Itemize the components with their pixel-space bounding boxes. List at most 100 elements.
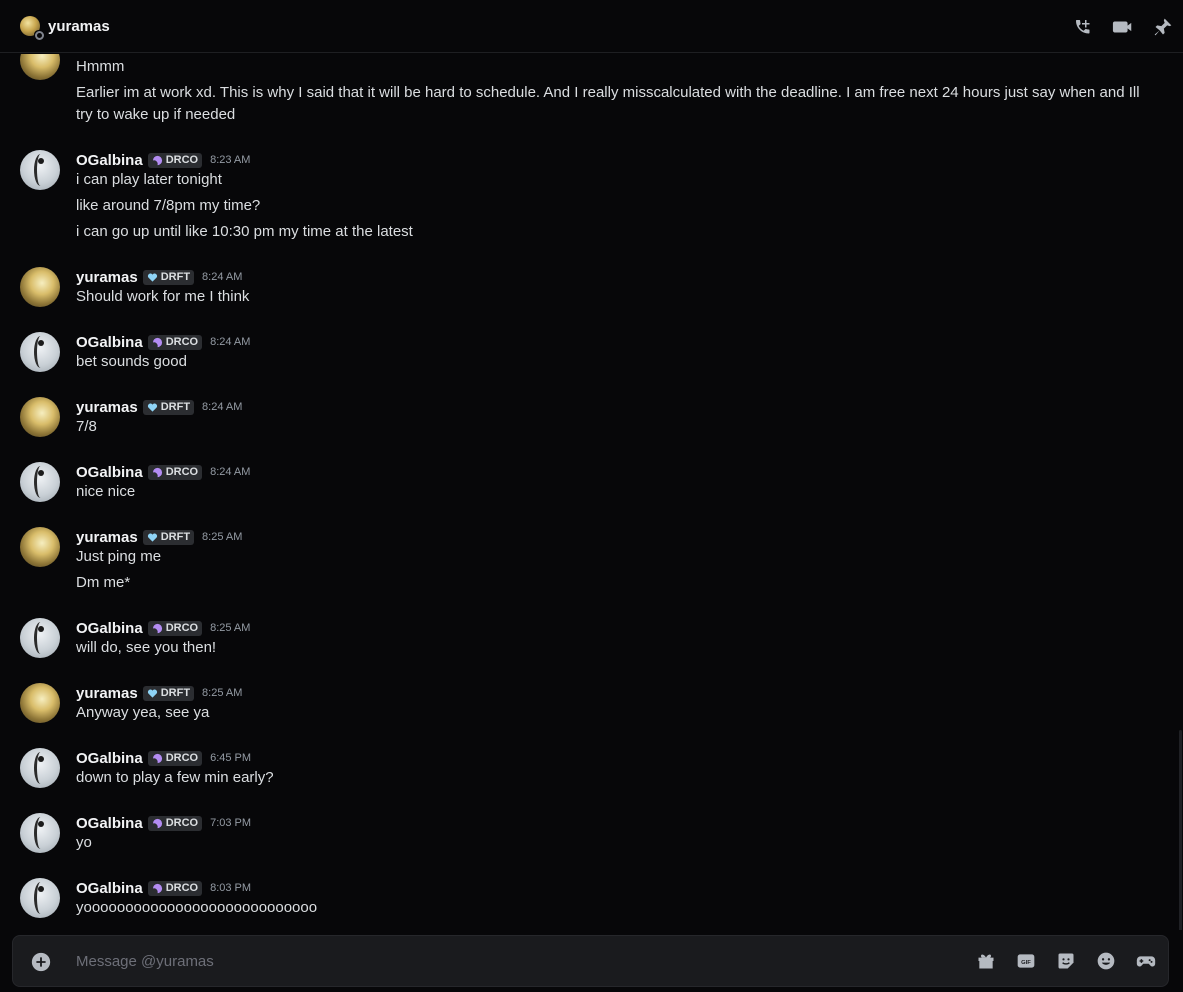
moon-icon — [152, 623, 162, 633]
message-text: 7/8 — [76, 418, 97, 435]
timestamp[interactable]: 8:24 AM — [210, 336, 250, 348]
moon-icon — [152, 753, 162, 763]
timestamp[interactable]: 8:23 AM — [210, 154, 250, 166]
moon-icon — [152, 883, 162, 893]
message-header: OGalbina DRCO 8:25 AM — [76, 618, 250, 638]
username[interactable]: OGalbina — [76, 880, 143, 897]
avatar[interactable] — [20, 527, 60, 567]
voice-call-button[interactable] — [1063, 7, 1103, 47]
message-list[interactable]: Hmmm Earlier im at work xd. This is why … — [0, 54, 1183, 930]
heart-icon — [147, 273, 157, 282]
server-tag[interactable]: DRFT — [142, 399, 195, 415]
emoji-button[interactable] — [1086, 941, 1126, 981]
server-tag-label: DRFT — [160, 401, 191, 413]
server-tag[interactable]: DRCO — [147, 815, 203, 831]
username[interactable]: OGalbina — [76, 815, 143, 832]
server-tag[interactable]: DRCO — [147, 464, 203, 480]
timestamp[interactable]: 7:03 PM — [210, 817, 251, 829]
username[interactable]: yuramas — [76, 269, 138, 286]
timestamp[interactable]: 8:24 AM — [202, 401, 242, 413]
username[interactable]: yuramas — [76, 529, 138, 546]
sticker-button[interactable] — [1046, 941, 1086, 981]
voice-call-icon — [1076, 19, 1090, 33]
message-list-scrollbar[interactable] — [1179, 730, 1182, 930]
video-call-button[interactable] — [1103, 7, 1143, 47]
upload-button[interactable] — [29, 950, 53, 974]
pinned-messages-button[interactable] — [1143, 7, 1183, 47]
avatar[interactable] — [20, 683, 60, 723]
gif-button[interactable]: GIF — [1006, 941, 1046, 981]
avatar[interactable] — [20, 332, 60, 372]
message-header: OGalbina DRCO 8:24 AM — [76, 462, 250, 482]
server-tag[interactable]: DRCO — [147, 750, 203, 766]
server-tag[interactable]: DRCO — [147, 152, 203, 168]
heart-icon — [147, 689, 157, 698]
message-text: like around 7/8pm my time? — [76, 197, 261, 214]
message-text: down to play a few min early? — [76, 769, 274, 786]
server-tag[interactable]: DRFT — [142, 269, 195, 285]
moon-icon — [152, 467, 162, 477]
apps-button[interactable] — [1126, 941, 1166, 981]
timestamp[interactable]: 8:24 AM — [210, 466, 250, 478]
timestamp[interactable]: 8:24 AM — [202, 271, 242, 283]
username[interactable]: yuramas — [76, 399, 138, 416]
timestamp[interactable]: 8:25 AM — [202, 531, 242, 543]
server-tag[interactable]: DRCO — [147, 334, 203, 350]
avatar[interactable] — [20, 748, 60, 788]
avatar[interactable] — [20, 150, 60, 190]
username[interactable]: OGalbina — [76, 750, 143, 767]
server-tag-label: DRFT — [160, 271, 191, 283]
timestamp[interactable]: 8:25 AM — [210, 622, 250, 634]
server-tag[interactable]: DRCO — [147, 880, 203, 896]
header-avatar[interactable] — [20, 16, 44, 40]
avatar[interactable] — [20, 54, 60, 80]
username[interactable]: OGalbina — [76, 620, 143, 637]
plus-circle-icon — [31, 952, 51, 972]
message-header: yuramas DRFT 8:25 AM — [76, 527, 242, 547]
gift-button[interactable] — [966, 941, 1006, 981]
gift-icon — [978, 954, 994, 969]
emoji-icon — [1097, 952, 1115, 970]
message-header: OGalbina DRCO 7:03 PM — [76, 813, 251, 833]
message-text: Earlier im at work xd. This is why I sai… — [76, 84, 1140, 123]
server-tag[interactable]: DRCO — [147, 620, 203, 636]
timestamp[interactable]: 8:03 PM — [210, 882, 251, 894]
composer-tools: GIF — [966, 936, 1168, 986]
header-actions — [1063, 0, 1183, 53]
avatar[interactable] — [20, 462, 60, 502]
gif-icon: GIF — [1017, 954, 1035, 968]
server-tag-label: DRFT — [160, 531, 191, 543]
server-tag-label: DRCO — [165, 154, 199, 166]
dm-window: yuramas Hmmm Earlier im at work xd. This… — [0, 0, 1183, 992]
message-header: OGalbina DRCO 8:24 AM — [76, 332, 250, 352]
avatar[interactable] — [20, 397, 60, 437]
message-header: OGalbina DRCO 8:23 AM — [76, 150, 250, 170]
timestamp[interactable]: 8:25 AM — [202, 687, 242, 699]
message-header: yuramas DRFT 8:24 AM — [76, 397, 242, 417]
pin-icon — [1154, 18, 1172, 35]
svg-text:GIF: GIF — [1021, 960, 1031, 966]
avatar[interactable] — [20, 267, 60, 307]
message-text: Hmmm — [76, 58, 125, 75]
message-text: i can play later tonight — [76, 171, 222, 188]
message-text: Anyway yea, see ya — [76, 704, 210, 721]
username[interactable]: OGalbina — [76, 334, 143, 351]
avatar[interactable] — [20, 813, 60, 853]
timestamp[interactable]: 6:45 PM — [210, 752, 251, 764]
message-header: OGalbina DRCO 8:03 PM — [76, 878, 251, 898]
server-tag-label: DRCO — [165, 882, 199, 894]
username[interactable]: OGalbina — [76, 464, 143, 481]
username[interactable]: OGalbina — [76, 152, 143, 169]
username[interactable]: yuramas — [76, 685, 138, 702]
server-tag[interactable]: DRFT — [142, 529, 195, 545]
channel-title[interactable]: yuramas — [48, 18, 110, 35]
message-text: Just ping me — [76, 548, 162, 565]
message-input[interactable] — [76, 936, 956, 986]
message-text: will do, see you then! — [76, 639, 217, 656]
avatar[interactable] — [20, 878, 60, 918]
heart-icon — [147, 403, 157, 412]
video-call-icon — [1112, 21, 1132, 32]
avatar[interactable] — [20, 618, 60, 658]
server-tag[interactable]: DRFT — [142, 685, 195, 701]
moon-icon — [152, 818, 162, 828]
